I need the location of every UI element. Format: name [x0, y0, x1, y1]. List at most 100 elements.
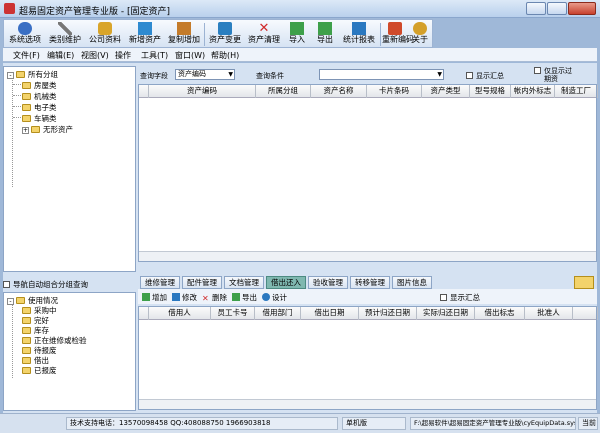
add-asset-button[interactable]: 新增资产: [126, 20, 164, 49]
minimize-button[interactable]: [526, 2, 546, 15]
folder-icon: [22, 337, 31, 344]
menu-tools[interactable]: 工具(T): [141, 50, 168, 61]
col-extra: [573, 307, 598, 320]
add-asset-icon: [138, 22, 152, 35]
col-lend-flag[interactable]: 借出标志: [475, 307, 525, 320]
tree-node-building[interactable]: 房屋类: [22, 80, 57, 91]
maximize-button[interactable]: [547, 2, 567, 15]
tree-node-electronics[interactable]: 电子类: [22, 102, 57, 113]
folder-icon: [22, 357, 31, 364]
report-icon: [352, 22, 366, 35]
recode-button[interactable]: 重新编码: [382, 20, 414, 49]
folder-icon: [22, 93, 31, 100]
folder-icon: [22, 307, 31, 314]
add-record-button[interactable]: 增加: [142, 292, 167, 303]
category-maintenance-button[interactable]: 类别维护: [46, 20, 84, 49]
col-asset-name[interactable]: 资产名称: [311, 85, 367, 98]
horizontal-scrollbar[interactable]: [139, 399, 596, 409]
asset-clear-button[interactable]: ✕ 资产清理: [246, 20, 282, 49]
menu-edit[interactable]: 编辑(E): [47, 50, 74, 61]
menu-file[interactable]: 文件(F): [13, 50, 40, 61]
current-status: 当前: [578, 417, 598, 430]
folder-icon: [22, 317, 31, 324]
company-info-button[interactable]: 公司资料: [86, 20, 124, 49]
tree-node-all-groups[interactable]: - 所有分组: [7, 69, 58, 80]
tab-documents[interactable]: 文档管理: [224, 276, 264, 289]
folder-icon: [16, 71, 25, 78]
folder-icon: [22, 367, 31, 374]
col-employee-card[interactable]: 员工卡号: [211, 307, 255, 320]
col-card-barcode[interactable]: 卡片条码: [367, 85, 422, 98]
tab-images[interactable]: 图片信息: [392, 276, 432, 289]
folder-icon: [22, 115, 31, 122]
menu-operation[interactable]: 操作: [115, 50, 131, 61]
about-button[interactable]: 关于: [408, 20, 432, 49]
copy-add-button[interactable]: 复制增加: [166, 20, 202, 49]
show-summary-checkbox[interactable]: 显示汇总: [466, 71, 504, 81]
horizontal-scrollbar[interactable]: [139, 251, 596, 261]
export-icon: [232, 293, 240, 301]
nav-auto-query-checkbox[interactable]: 导航自动组合分组查询: [3, 279, 136, 290]
col-model-spec[interactable]: 型号规格: [470, 85, 511, 98]
statistics-report-button[interactable]: 统计报表: [340, 20, 378, 49]
folder-icon[interactable]: [574, 276, 594, 289]
col-expected-return[interactable]: 预计归还日期: [359, 307, 417, 320]
tab-transfer[interactable]: 转移管理: [350, 276, 390, 289]
export-record-button[interactable]: 导出: [232, 292, 257, 303]
usage-status-tree[interactable]: - 使用情况 采购中 完好 库存 正在维修或检验 待报废 借出 已报废: [3, 292, 136, 411]
delete-x-icon: ✕: [202, 294, 209, 303]
system-options-button[interactable]: 系统选项: [6, 20, 44, 49]
menu-help[interactable]: 帮助(H): [211, 50, 239, 61]
col-approver[interactable]: 批准人: [525, 307, 573, 320]
tab-parts[interactable]: 配件管理: [182, 276, 222, 289]
col-borrow-dept[interactable]: 借用部门: [255, 307, 301, 320]
lend-return-grid[interactable]: 借用人 员工卡号 借用部门 借出日期 预计归还日期 实际归还日期 借出标志 批准…: [138, 306, 598, 410]
only-expiring-checkbox[interactable]: 仅显示过 期资: [534, 67, 572, 83]
import-button[interactable]: 导入: [284, 20, 310, 49]
col-group[interactable]: 所属分组: [256, 85, 311, 98]
edit-record-button[interactable]: 修改: [172, 292, 197, 303]
col-asset-type[interactable]: 资产类型: [422, 85, 470, 98]
asset-grid[interactable]: 资产编码 所属分组 资产名称 卡片条码 资产类型 型号规格 帐内外标志 制造工厂: [138, 84, 598, 262]
tab-lend-return[interactable]: 借出还入: [266, 276, 306, 289]
col-manufacturer[interactable]: 制造工厂: [555, 85, 598, 98]
help-icon: [413, 22, 427, 35]
title-bar: 超易固定资产管理专业版 - [固定资产]: [0, 0, 600, 18]
detail-show-summary-checkbox[interactable]: 显示汇总: [440, 292, 480, 303]
menu-window[interactable]: 窗口(W): [175, 50, 205, 61]
col-borrower[interactable]: 借用人: [149, 307, 211, 320]
checkbox-box: [3, 281, 10, 288]
design-icon: [262, 293, 270, 301]
tree-node-machinery[interactable]: 机械类: [22, 91, 57, 102]
asset-grid-header: 资产编码 所属分组 资产名称 卡片条码 资产类型 型号规格 帐内外标志 制造工厂: [139, 85, 598, 98]
export-button[interactable]: 导出: [312, 20, 338, 49]
close-button[interactable]: [568, 2, 596, 15]
tree-node-vehicles[interactable]: 车辆类: [22, 113, 57, 124]
col-lend-date[interactable]: 借出日期: [301, 307, 359, 320]
change-icon: [218, 22, 232, 35]
col-asset-code[interactable]: 资产编码: [149, 85, 256, 98]
support-contact: 技术支持电话：13570098458 QQ:408088750 19669038…: [66, 417, 338, 430]
chevron-down-icon: ▼: [437, 71, 442, 78]
col-actual-return[interactable]: 实际归还日期: [417, 307, 475, 320]
expand-icon: +: [22, 127, 29, 134]
company-icon: [98, 22, 112, 35]
tree-node-scrapped[interactable]: 已报废: [22, 365, 57, 376]
query-field-select[interactable]: 资产编码 ▼: [175, 69, 235, 80]
row-indicator-header: [139, 85, 149, 98]
tab-repair[interactable]: 维修管理: [140, 276, 180, 289]
delete-record-button[interactable]: ✕ 删除: [202, 292, 227, 303]
design-button[interactable]: 设计: [262, 292, 287, 303]
tree-node-intangible[interactable]: + 无形资产: [22, 124, 73, 135]
tab-acceptance[interactable]: 验收管理: [308, 276, 348, 289]
settings-icon: [18, 22, 32, 35]
toolbar-separator: [204, 23, 205, 46]
row-indicator-header: [139, 307, 149, 320]
condition-select[interactable]: ▼: [319, 69, 444, 80]
export-icon: [318, 22, 332, 35]
edition-mode: 单机版: [342, 417, 406, 430]
col-account-flag[interactable]: 帐内外标志: [511, 85, 555, 98]
menu-view[interactable]: 视图(V): [81, 50, 109, 61]
asset-change-button[interactable]: 资产变更: [206, 20, 244, 49]
group-tree[interactable]: - 所有分组 房屋类 机械类 电子类 车辆类 + 无形资产: [3, 66, 136, 272]
